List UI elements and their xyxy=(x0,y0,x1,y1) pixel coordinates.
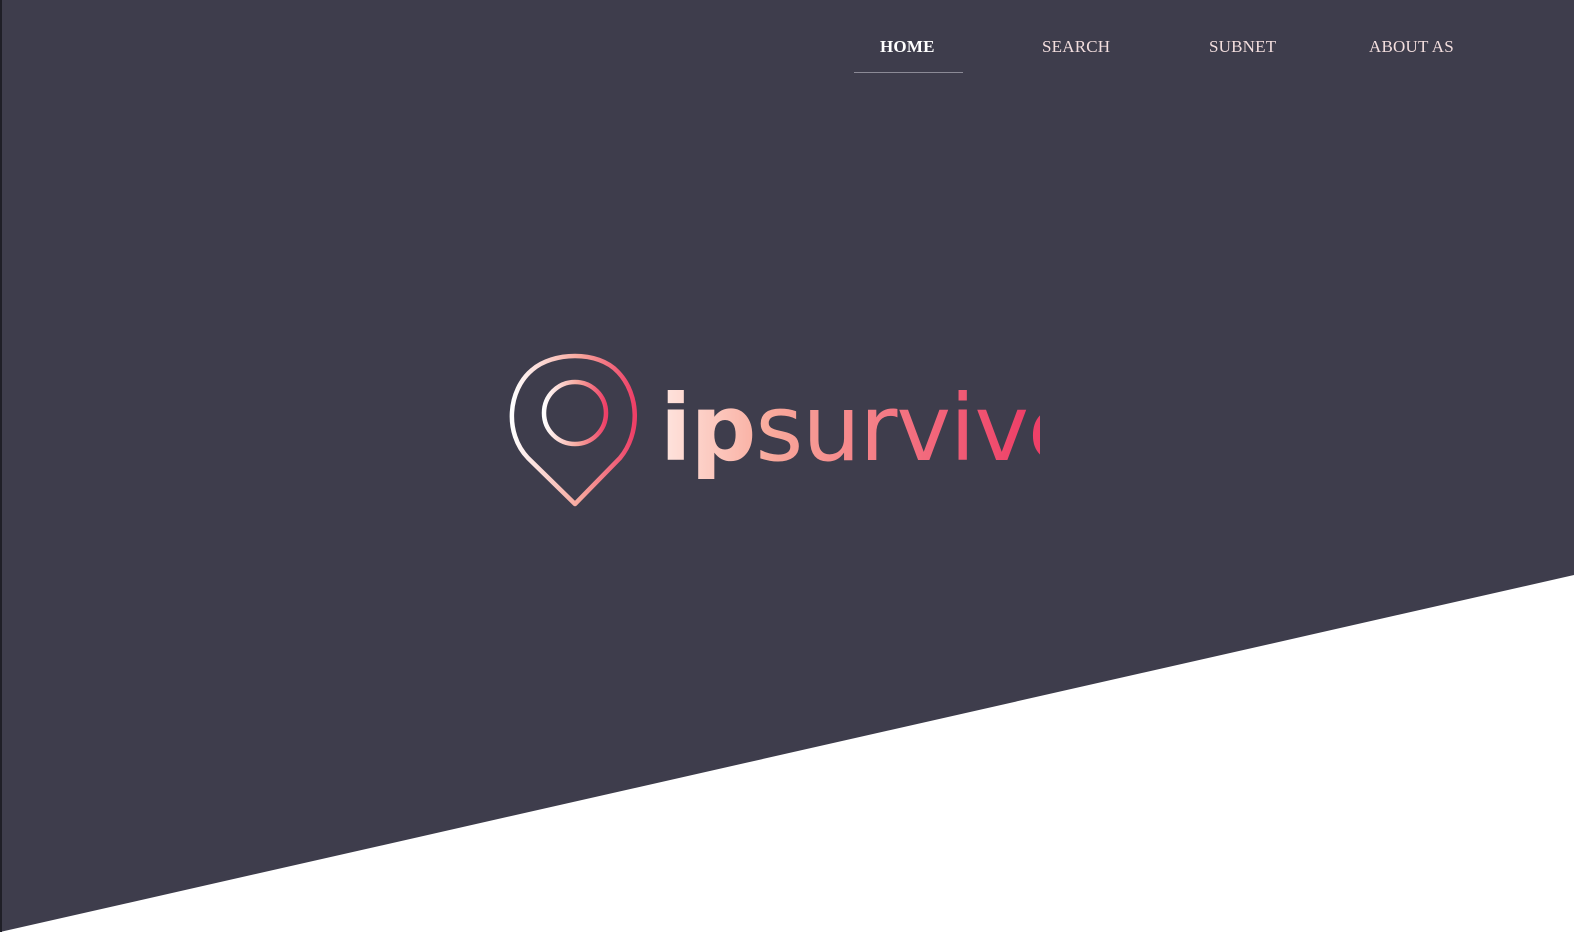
brand-name-survive: survive xyxy=(755,375,1040,482)
nav-home[interactable]: HOME xyxy=(880,37,935,57)
brand-wordmark: ipsurvive xyxy=(660,375,1040,482)
nav-subnet[interactable]: SUBNET xyxy=(1209,37,1276,57)
left-edge-border xyxy=(0,0,2,932)
page: HOME SEARCH SUBNET ABOUT AS ipsurvive xyxy=(0,0,1574,932)
nav-search[interactable]: SEARCH xyxy=(1042,37,1110,57)
brand-name-ip: ip xyxy=(660,375,755,482)
nav-about-as[interactable]: ABOUT AS xyxy=(1369,37,1454,57)
nav-active-underline xyxy=(854,72,963,73)
map-pin-icon xyxy=(509,353,637,507)
brand-logo[interactable]: ipsurvive xyxy=(500,340,1040,520)
main-nav: HOME SEARCH SUBNET ABOUT AS xyxy=(0,0,1574,100)
